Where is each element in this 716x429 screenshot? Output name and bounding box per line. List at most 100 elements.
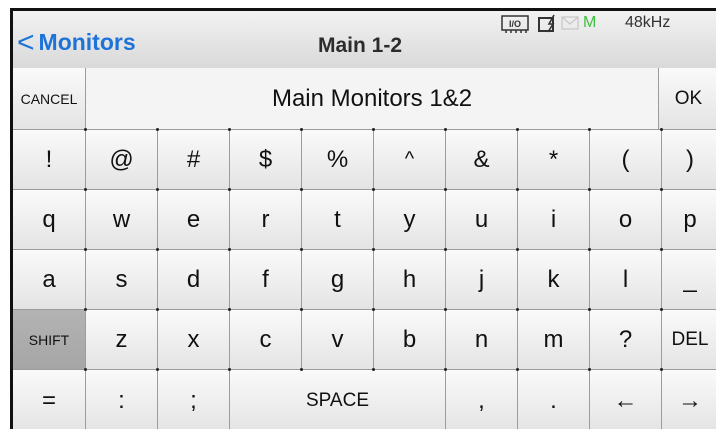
key-l[interactable]: l [590,250,662,310]
key-r[interactable]: r [230,190,302,250]
key-c[interactable]: c [230,310,302,370]
grid-dot [300,128,303,131]
key-e[interactable]: e [158,190,230,250]
grid-dot [660,188,663,191]
grid-dot [444,248,447,251]
space-bar[interactable]: SPACE [230,370,446,429]
key-i[interactable]: i [518,190,590,250]
grid-dot [372,368,375,371]
key-row-symbols: ! @ # $ % ^ & * ( ) [13,130,716,190]
grid-dot [444,128,447,131]
grid-dot [84,248,87,251]
back-button[interactable]: < Monitors [17,24,136,59]
key-row-q: q w e r t y u i o p [13,190,716,250]
key-g[interactable]: g [302,250,374,310]
key-caret[interactable]: ^ [374,130,446,190]
grid-dot [516,188,519,191]
key-d[interactable]: d [158,250,230,310]
key-j[interactable]: j [446,250,518,310]
key-n[interactable]: n [446,310,518,370]
name-input[interactable]: Main Monitors 1&2 [86,68,659,130]
key-y[interactable]: y [374,190,446,250]
grid-dot [84,188,87,191]
key-k[interactable]: k [518,250,590,310]
key-semicolon[interactable]: ; [158,370,230,429]
grid-dot [372,188,375,191]
svg-text:I/O: I/O [509,19,521,29]
key-v[interactable]: v [302,310,374,370]
grid-dot [156,188,159,191]
key-m[interactable]: m [518,310,590,370]
key-asterisk[interactable]: * [518,130,590,190]
key-paren-open[interactable]: ( [590,130,662,190]
grid-dot [84,368,87,371]
grid-dot [660,308,663,311]
key-p[interactable]: p [662,190,716,250]
entry-row: CANCEL Main Monitors 1&2 OK [13,68,716,130]
cancel-button[interactable]: CANCEL [13,68,86,130]
key-at[interactable]: @ [86,130,158,190]
grid-dot [84,308,87,311]
key-exclamation[interactable]: ! [13,130,86,190]
ok-button[interactable]: OK [659,68,716,130]
key-x[interactable]: x [158,310,230,370]
grid-dot [156,308,159,311]
key-h[interactable]: h [374,250,446,310]
key-z[interactable]: z [86,310,158,370]
grid-dot [372,128,375,131]
cursor-left-button[interactable]: ← [590,370,662,429]
grid-dot [516,368,519,371]
key-period[interactable]: . [518,370,590,429]
page-title: Main 1-2 [318,34,403,57]
key-b[interactable]: b [374,310,446,370]
grid-dot [516,308,519,311]
key-f[interactable]: f [230,250,302,310]
key-u[interactable]: u [446,190,518,250]
grid-dot [372,248,375,251]
grid-dot [588,248,591,251]
header-bar: < Monitors Main 1-2 I/O M 48kHz [13,11,716,69]
key-hash[interactable]: # [158,130,230,190]
key-underscore[interactable]: _ [662,250,716,310]
key-dollar[interactable]: $ [230,130,302,190]
key-comma[interactable]: , [446,370,518,429]
key-s[interactable]: s [86,250,158,310]
key-equals[interactable]: = [13,370,86,429]
key-q[interactable]: q [13,190,86,250]
io-icon: I/O [501,14,531,39]
midi-indicator: M [583,14,597,31]
grid-dot [444,308,447,311]
key-ampersand[interactable]: & [446,130,518,190]
sample-rate: 48kHz [625,14,671,31]
grid-dot [660,368,663,371]
shift-button[interactable]: SHIFT [13,310,86,370]
grid-dot [84,128,87,131]
grid-dot [156,248,159,251]
grid-dot [372,308,375,311]
key-t[interactable]: t [302,190,374,250]
key-paren-close[interactable]: ) [662,130,716,190]
grid-dot [156,368,159,371]
key-colon[interactable]: : [86,370,158,429]
grid-dot [300,188,303,191]
grid-dot [516,248,519,251]
grid-dot [588,188,591,191]
grid-dot [300,248,303,251]
grid-dot [300,308,303,311]
cursor-right-button[interactable]: → [662,370,716,429]
grid-dot [660,128,663,131]
grid-dot [588,368,591,371]
grid-dot [660,248,663,251]
key-a[interactable]: a [13,250,86,310]
grid-dot [516,128,519,131]
key-o[interactable]: o [590,190,662,250]
key-row-a: a s d f g h j k l _ [13,250,716,310]
grid-dot [588,308,591,311]
key-w[interactable]: w [86,190,158,250]
grid-dot [444,188,447,191]
key-percent[interactable]: % [302,130,374,190]
key-question[interactable]: ? [590,310,662,370]
chevron-left-icon: < [17,26,35,59]
delete-button[interactable]: DEL [662,310,716,370]
battery-icon [538,14,558,39]
